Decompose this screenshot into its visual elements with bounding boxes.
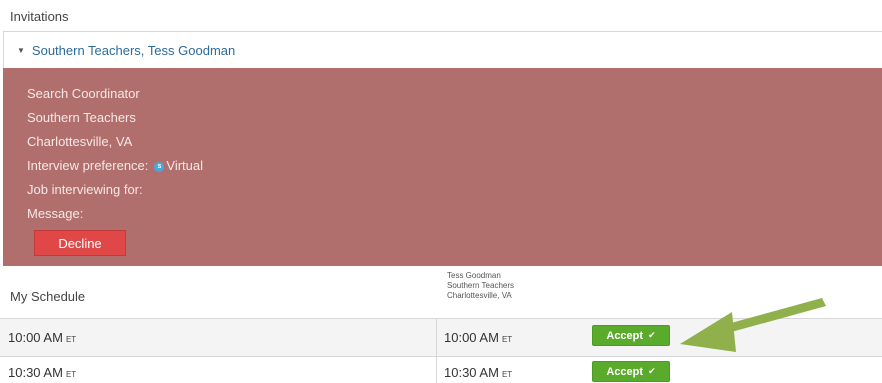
invitations-title: Invitations <box>10 9 69 24</box>
schedule-contact-info: Tess Goodman Southern Teachers Charlotte… <box>447 271 514 301</box>
decline-button[interactable]: Decline <box>34 230 126 256</box>
their-time-slot: 10:30 AM ET <box>444 365 512 380</box>
my-schedule-title: My Schedule <box>10 289 86 304</box>
interview-preference-value: Virtual <box>166 158 204 173</box>
contact-location: Charlottesville, VA <box>447 291 512 300</box>
accept-label: Accept <box>606 329 644 342</box>
caret-down-icon: ▼ <box>17 45 25 55</box>
column-divider <box>436 318 437 383</box>
their-time: 10:30 AM <box>444 365 499 380</box>
contact-organization: Southern Teachers <box>447 281 515 290</box>
invitation-details-panel: Search Coordinator Southern Teachers Cha… <box>3 68 882 266</box>
timezone-label: ET <box>65 370 77 379</box>
contact-name: Tess Goodman <box>447 271 501 280</box>
invitations-page: Invitations ▼ Southern Teachers, Tess Go… <box>0 0 882 383</box>
timezone-label: ET <box>501 370 513 379</box>
invitation-location: Charlottesville, VA <box>27 134 133 149</box>
message-label: Message: <box>27 206 84 221</box>
pointer-arrow-icon <box>680 298 826 352</box>
invitation-header-label: Southern Teachers, Tess Goodman <box>31 42 236 58</box>
my-time: 10:30 AM <box>8 365 63 380</box>
their-time-slot: 10:00 AM ET <box>444 330 512 345</box>
invitation-organization: Southern Teachers <box>27 110 136 125</box>
my-time-slot: 10:30 AM ET <box>8 365 76 380</box>
check-icon: ✔ <box>648 366 656 376</box>
accept-label: Accept <box>606 365 644 378</box>
job-interviewing-label: Job interviewing for: <box>27 182 143 197</box>
check-icon: ✔ <box>648 330 656 340</box>
interview-preference-label: Interview preference: <box>27 158 149 173</box>
timezone-label: ET <box>501 335 513 344</box>
accept-button[interactable]: Accept ✔ <box>592 325 670 346</box>
my-time-slot: 10:00 AM ET <box>8 330 76 345</box>
my-time: 10:00 AM <box>8 330 63 345</box>
their-time: 10:00 AM <box>444 330 499 345</box>
invitation-accordion-header[interactable]: ▼ Southern Teachers, Tess Goodman <box>3 31 882 68</box>
timezone-label: ET <box>65 335 77 344</box>
schedule-row <box>0 356 882 383</box>
interview-preference: Interview preference: s Virtual <box>27 158 203 173</box>
invitation-role: Search Coordinator <box>27 86 140 101</box>
accept-button[interactable]: Accept ✔ <box>592 361 670 382</box>
skype-icon: s <box>154 161 165 172</box>
